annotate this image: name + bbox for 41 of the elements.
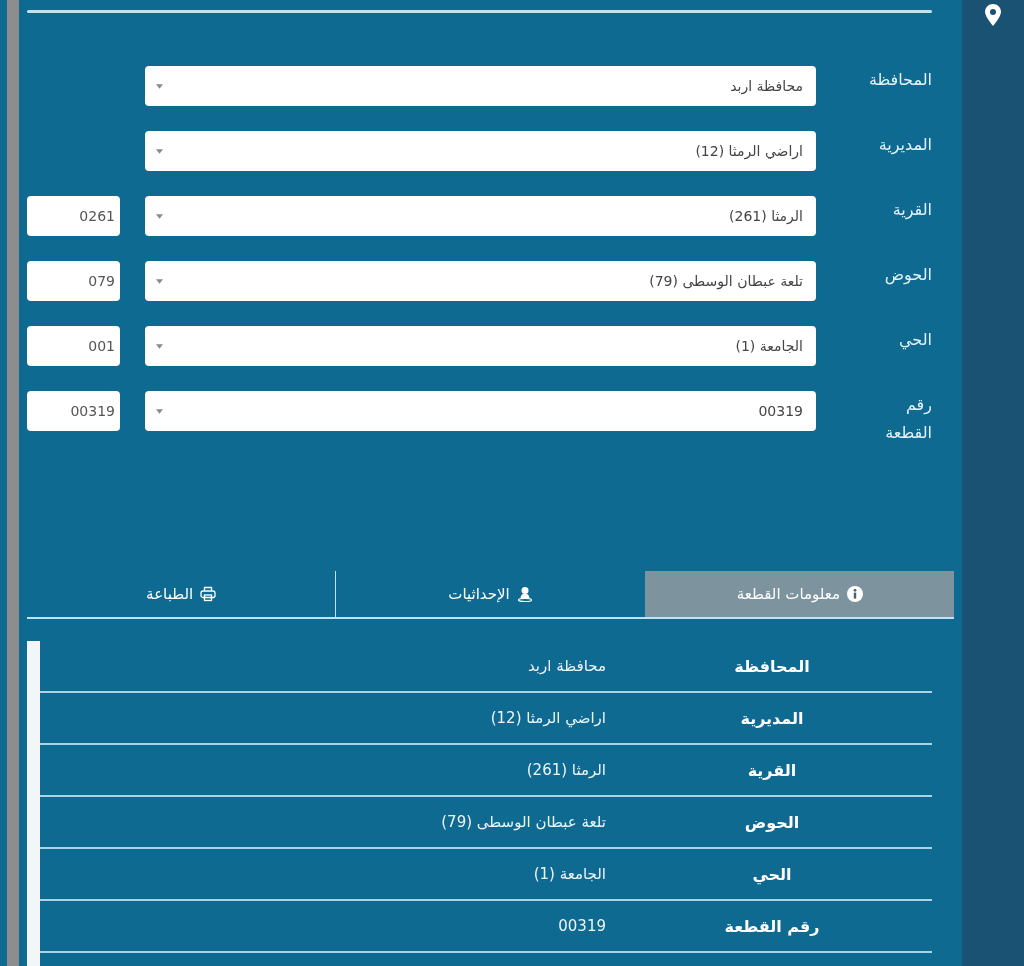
- row-label: الحوض: [743, 812, 801, 832]
- row-label: المديرية: [739, 708, 805, 728]
- dropdown-field[interactable]: اراضي الرمثا (12): [145, 131, 816, 171]
- code-field[interactable]: 00319: [27, 391, 120, 431]
- row-value: محافظة اربد: [527, 657, 607, 675]
- caret-icon: [156, 408, 163, 414]
- dropdown-field[interactable]: الرمثا (261): [145, 196, 816, 236]
- caret-icon: [156, 213, 163, 219]
- info-icon: [847, 586, 864, 602]
- row-label: الحي: [751, 864, 793, 884]
- caret-icon: [156, 83, 163, 89]
- dropdown-field[interactable]: تلعة عبطان الوسطى (79): [145, 261, 816, 301]
- row-label: رقم القطعة: [723, 916, 821, 936]
- caret-icon: [156, 278, 163, 284]
- field-label: الحوض: [883, 264, 932, 287]
- map-pin-icon[interactable]: [985, 4, 1001, 26]
- field-label: رقم القطعة: [884, 394, 932, 444]
- dropdown-field[interactable]: 00319: [145, 391, 816, 431]
- row-value: اراضي الرمثا (12): [490, 709, 607, 727]
- dropdown-field[interactable]: محافظة اربد: [145, 66, 816, 106]
- row-value: تلعة عبطان الوسطى (79): [441, 813, 607, 831]
- tab[interactable]: الإحداثيات: [335, 571, 645, 617]
- field-label: المحافظة: [867, 69, 932, 91]
- tab[interactable]: الطباعة: [27, 571, 336, 617]
- field-label: الحي: [898, 329, 932, 352]
- scrollbar[interactable]: [27, 641, 40, 966]
- code-field[interactable]: 0261: [27, 196, 120, 236]
- code-field[interactable]: 079: [27, 261, 120, 301]
- dropdown-field[interactable]: الجامعة (1): [145, 326, 816, 366]
- code-field[interactable]: 001: [27, 326, 120, 366]
- row-label: القرية: [746, 760, 798, 780]
- field-label: المديرية: [877, 134, 932, 157]
- caret-icon: [156, 343, 163, 349]
- field-label: القرية: [891, 199, 932, 222]
- row-value: الرمثا (261): [526, 761, 607, 779]
- row-value: الجامعة (1): [533, 865, 607, 883]
- person-marker-icon: [516, 586, 533, 602]
- row-value: 00319: [558, 917, 607, 935]
- caret-icon: [156, 148, 163, 154]
- row-label: المحافظة: [733, 656, 811, 676]
- printer-icon: [200, 586, 217, 602]
